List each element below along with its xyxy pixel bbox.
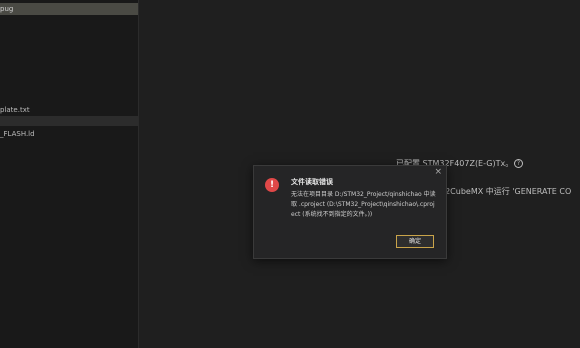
file-read-error-dialog: ! × 文件读取错误 无法在项目目录 D:/STM32_Project/qins… xyxy=(253,165,447,259)
generate-hint-text: 32CubeMX 中运行 'GENERATE CO xyxy=(440,187,572,196)
ok-button[interactable]: 确定 xyxy=(396,235,434,248)
error-icon: ! xyxy=(265,178,279,192)
dialog-title: 文件读取错误 xyxy=(291,178,333,186)
sidebar-item-label: plate.txt xyxy=(0,106,30,114)
explorer-sidebar: pug plate.txt _FLASH.ld xyxy=(0,0,139,348)
sidebar-item-plate[interactable]: plate.txt xyxy=(0,104,138,116)
sidebar-item-label: pug xyxy=(0,5,14,13)
dialog-message: 无法在项目目录 D:/STM32_Project/qinshichao 中读取 … xyxy=(291,191,436,218)
sidebar-item-selected[interactable] xyxy=(0,116,138,126)
sidebar-item-flash[interactable]: _FLASH.ld xyxy=(0,128,138,140)
close-icon[interactable]: × xyxy=(434,167,442,177)
help-icon[interactable]: ? xyxy=(514,159,523,168)
sidebar-item-pug[interactable]: pug xyxy=(0,3,138,15)
sidebar-item-label: _FLASH.ld xyxy=(0,130,35,138)
